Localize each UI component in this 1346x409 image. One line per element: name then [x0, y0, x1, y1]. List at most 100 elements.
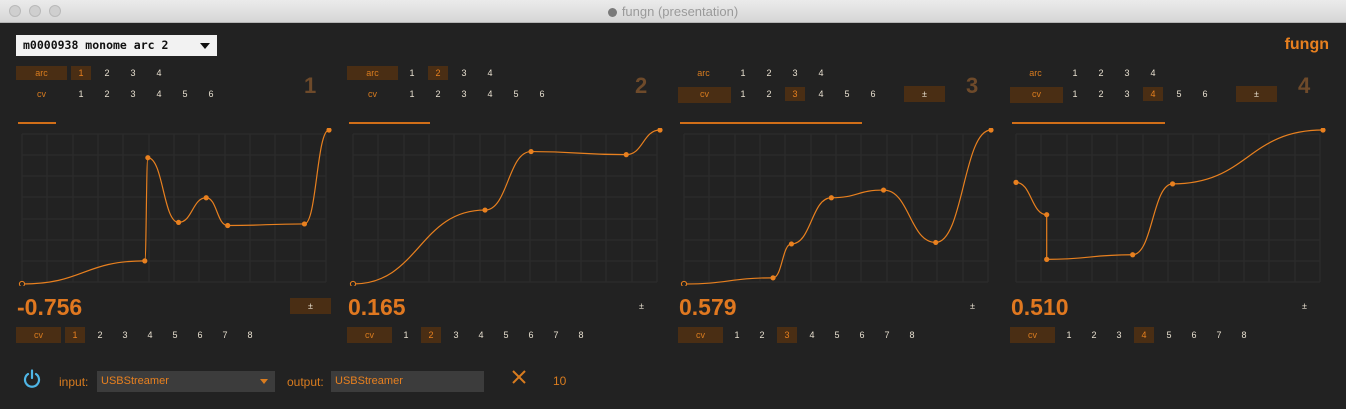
- cv-output-option-5[interactable]: 5: [165, 328, 185, 342]
- cv-top-option-3[interactable]: 3: [454, 87, 474, 101]
- plus-minus-toggle[interactable]: ±: [952, 298, 993, 314]
- cv-output-option-1[interactable]: 1: [65, 327, 85, 343]
- curve-node[interactable]: [657, 128, 663, 133]
- arc-option-1[interactable]: 1: [402, 66, 422, 80]
- curve-node[interactable]: [1169, 181, 1176, 187]
- cv-output-option-6[interactable]: 6: [852, 328, 872, 342]
- curve-node[interactable]: [1044, 212, 1050, 218]
- curve-node[interactable]: [933, 239, 939, 246]
- arc-option-1[interactable]: 1: [733, 66, 753, 80]
- curve-node[interactable]: [142, 258, 148, 264]
- curve-plot[interactable]: [678, 128, 994, 286]
- cv-top-option-3[interactable]: 3: [785, 87, 805, 101]
- output-device-field[interactable]: USBStreamer: [331, 371, 484, 392]
- plus-minus-toggle[interactable]: ±: [1284, 298, 1325, 314]
- cv-top-option-4[interactable]: 4: [1143, 87, 1163, 101]
- cv-top-option-5[interactable]: 5: [837, 87, 857, 101]
- cv-output-option-4[interactable]: 4: [1134, 327, 1154, 343]
- curve-node[interactable]: [1013, 179, 1019, 185]
- plus-minus-toggle[interactable]: ±: [290, 298, 331, 314]
- arc-option-2[interactable]: 2: [428, 66, 448, 80]
- cv-output-option-7[interactable]: 7: [546, 328, 566, 342]
- curve-node[interactable]: [482, 207, 488, 213]
- cv-top-option-5[interactable]: 5: [506, 87, 526, 101]
- curve-node[interactable]: [1044, 256, 1050, 262]
- cv-output-option-8[interactable]: 8: [902, 328, 922, 342]
- cv-top-option-4[interactable]: 4: [149, 87, 169, 101]
- arc-option-4[interactable]: 4: [480, 66, 500, 80]
- curve-node[interactable]: [203, 195, 209, 201]
- cv-output-option-3[interactable]: 3: [777, 327, 797, 343]
- curve-plot[interactable]: [347, 128, 663, 286]
- cv-top-option-3[interactable]: 3: [1117, 87, 1137, 101]
- plus-minus-toggle-top[interactable]: ±: [904, 86, 945, 102]
- arc-option-3[interactable]: 3: [1117, 66, 1137, 80]
- cv-output-option-7[interactable]: 7: [877, 328, 897, 342]
- cv-output-option-4[interactable]: 4: [471, 328, 491, 342]
- cv-top-option-4[interactable]: 4: [480, 87, 500, 101]
- cv-top-option-5[interactable]: 5: [1169, 87, 1189, 101]
- curve-node[interactable]: [623, 152, 629, 158]
- range-bar[interactable]: [18, 122, 56, 124]
- curve-node[interactable]: [326, 128, 332, 133]
- cv-output-option-8[interactable]: 8: [240, 328, 260, 342]
- curve-node[interactable]: [1130, 252, 1136, 258]
- plus-minus-toggle[interactable]: ±: [621, 298, 662, 314]
- cv-output-option-2[interactable]: 2: [421, 327, 441, 343]
- cv-output-option-5[interactable]: 5: [827, 328, 847, 342]
- arc-option-3[interactable]: 3: [123, 66, 143, 80]
- cv-top-option-2[interactable]: 2: [1091, 87, 1111, 101]
- curve-plot[interactable]: [16, 128, 332, 286]
- cv-output-option-7[interactable]: 7: [1209, 328, 1229, 342]
- arc-option-2[interactable]: 2: [1091, 66, 1111, 80]
- cv-top-option-1[interactable]: 1: [71, 87, 91, 101]
- curve-node[interactable]: [145, 155, 151, 161]
- cv-output-option-6[interactable]: 6: [1184, 328, 1204, 342]
- range-bar[interactable]: [680, 122, 862, 124]
- cv-top-option-3[interactable]: 3: [123, 87, 143, 101]
- curve-node[interactable]: [301, 221, 308, 227]
- curve-node[interactable]: [349, 280, 357, 286]
- curve-node[interactable]: [18, 280, 26, 286]
- cv-output-option-5[interactable]: 5: [496, 328, 516, 342]
- cv-output-option-5[interactable]: 5: [1159, 328, 1179, 342]
- range-bar[interactable]: [1012, 122, 1165, 124]
- cv-top-option-1[interactable]: 1: [1065, 87, 1085, 101]
- cv-output-option-1[interactable]: 1: [727, 328, 747, 342]
- cv-output-option-6[interactable]: 6: [190, 328, 210, 342]
- cv-top-option-2[interactable]: 2: [428, 87, 448, 101]
- curve-node[interactable]: [225, 222, 231, 229]
- cv-output-option-7[interactable]: 7: [215, 328, 235, 342]
- arc-option-1[interactable]: 1: [71, 66, 91, 80]
- cv-output-option-3[interactable]: 3: [115, 328, 135, 342]
- arc-option-3[interactable]: 3: [785, 66, 805, 80]
- power-icon[interactable]: [22, 369, 42, 389]
- cv-top-option-5[interactable]: 5: [175, 87, 195, 101]
- cv-output-option-3[interactable]: 3: [1109, 328, 1129, 342]
- cv-output-option-3[interactable]: 3: [446, 328, 466, 342]
- curve-node[interactable]: [828, 195, 834, 201]
- cv-output-option-4[interactable]: 4: [802, 328, 822, 342]
- arc-option-4[interactable]: 4: [149, 66, 169, 80]
- curve-plot[interactable]: [1010, 128, 1326, 286]
- arc-option-2[interactable]: 2: [759, 66, 779, 80]
- curve-node[interactable]: [680, 280, 688, 286]
- curve-node[interactable]: [175, 219, 182, 225]
- curve-node[interactable]: [880, 187, 887, 193]
- cv-output-option-4[interactable]: 4: [140, 328, 160, 342]
- cv-output-option-2[interactable]: 2: [90, 328, 110, 342]
- cv-output-option-8[interactable]: 8: [1234, 328, 1254, 342]
- cv-output-option-6[interactable]: 6: [521, 328, 541, 342]
- cv-output-option-8[interactable]: 8: [571, 328, 591, 342]
- range-bar[interactable]: [349, 122, 430, 124]
- curve-node[interactable]: [788, 241, 795, 247]
- cv-top-option-6[interactable]: 6: [532, 87, 552, 101]
- arc-option-4[interactable]: 4: [811, 66, 831, 80]
- arc-option-1[interactable]: 1: [1065, 66, 1085, 80]
- input-device-select[interactable]: USBStreamer: [97, 371, 275, 392]
- curve-node[interactable]: [528, 148, 534, 155]
- cv-top-option-6[interactable]: 6: [201, 87, 221, 101]
- cv-top-option-4[interactable]: 4: [811, 87, 831, 101]
- arc-option-3[interactable]: 3: [454, 66, 474, 80]
- cv-output-option-2[interactable]: 2: [752, 328, 772, 342]
